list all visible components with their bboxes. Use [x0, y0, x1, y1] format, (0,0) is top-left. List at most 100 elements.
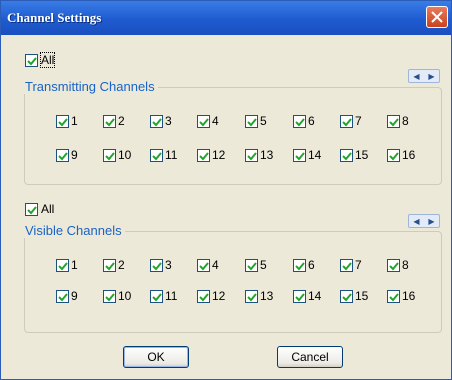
- channel-label: 15: [355, 148, 369, 162]
- checkbox-box: [245, 114, 258, 128]
- visible-channel-checkbox[interactable]: 8: [387, 258, 409, 272]
- checkmark-icon: [247, 117, 257, 126]
- visible-channel-checkbox[interactable]: 2: [103, 258, 125, 272]
- transmitting-channel-checkbox[interactable]: 7: [340, 114, 362, 128]
- transmitting-channel-checkbox[interactable]: 8: [387, 114, 409, 128]
- channel-label: 9: [71, 148, 78, 162]
- channel-label: 11: [165, 289, 178, 303]
- checkbox-box: [56, 289, 69, 303]
- visible-channel-checkbox[interactable]: 7: [340, 258, 362, 272]
- visible-channel-checkbox[interactable]: 16: [387, 289, 415, 303]
- checkbox-box: [103, 289, 116, 303]
- channel-label: 5: [260, 258, 267, 272]
- checkmark-icon: [247, 151, 257, 160]
- checkmark-icon: [389, 261, 399, 270]
- transmitting-channel-checkbox[interactable]: 2: [103, 114, 125, 128]
- transmitting-channel-checkbox[interactable]: 3: [150, 114, 172, 128]
- checkmark-icon: [389, 151, 399, 160]
- checkbox-box: [387, 258, 400, 272]
- transmitting-group-label: Transmitting Channels: [22, 79, 158, 94]
- channel-settings-dialog: Channel Settings All Transmitting Channe…: [0, 0, 452, 380]
- visible-channel-checkbox[interactable]: 3: [150, 258, 172, 272]
- channel-label: 13: [260, 148, 274, 162]
- transmitting-channel-checkbox[interactable]: 16: [387, 148, 415, 162]
- transmitting-channel-checkbox[interactable]: 15: [340, 148, 368, 162]
- close-button[interactable]: [426, 6, 448, 28]
- checkmark-icon: [295, 292, 305, 301]
- checkmark-icon: [105, 117, 115, 126]
- transmitting-channel-checkbox[interactable]: 13: [245, 148, 273, 162]
- channel-label: 6: [308, 114, 315, 128]
- checkmark-icon: [199, 292, 209, 301]
- channel-label: 8: [402, 258, 409, 272]
- channel-label: 8: [402, 114, 409, 128]
- visible-channel-checkbox[interactable]: 13: [245, 289, 273, 303]
- checkmark-icon: [58, 261, 68, 270]
- transmitting-spin-button[interactable]: ◀ ▶: [408, 69, 440, 83]
- transmitting-channel-checkbox[interactable]: 1: [56, 114, 78, 128]
- channel-label: 10: [118, 289, 132, 303]
- checkbox-box: [340, 289, 353, 303]
- visible-channel-checkbox[interactable]: 4: [197, 258, 219, 272]
- checkmark-icon: [152, 151, 162, 160]
- close-icon: [431, 11, 443, 23]
- channel-label: 14: [308, 148, 322, 162]
- channel-label: 1: [71, 114, 78, 128]
- channel-label: 13: [260, 289, 274, 303]
- transmitting-all-label: All: [39, 52, 56, 68]
- transmitting-channel-checkbox[interactable]: 12: [197, 148, 225, 162]
- checkbox-box: [56, 114, 69, 128]
- checkbox-box: [197, 148, 210, 162]
- spin-right-icon: ▶: [428, 216, 435, 226]
- visible-group-label: Visible Channels: [22, 223, 125, 238]
- checkbox-box: [25, 202, 38, 216]
- visible-all-label: All: [41, 202, 55, 216]
- cancel-button[interactable]: Cancel: [277, 346, 343, 368]
- window-title: Channel Settings: [7, 10, 102, 25]
- channel-label: 12: [212, 289, 226, 303]
- checkbox-box: [56, 148, 69, 162]
- visible-spin-button[interactable]: ◀ ▶: [408, 214, 440, 228]
- checkmark-icon: [58, 292, 68, 301]
- spin-left-icon: ◀: [413, 216, 420, 226]
- transmitting-channel-checkbox[interactable]: 4: [197, 114, 219, 128]
- visible-channel-checkbox[interactable]: 10: [103, 289, 131, 303]
- transmitting-channel-checkbox[interactable]: 5: [245, 114, 267, 128]
- visible-channel-checkbox[interactable]: 6: [293, 258, 315, 272]
- transmitting-channel-checkbox[interactable]: 6: [293, 114, 315, 128]
- checkbox-box: [150, 114, 163, 128]
- visible-channel-checkbox[interactable]: 5: [245, 258, 267, 272]
- checkbox-box: [387, 148, 400, 162]
- visible-all-checkbox[interactable]: All: [25, 202, 54, 216]
- checkmark-icon: [295, 117, 305, 126]
- channel-label: 3: [165, 258, 172, 272]
- checkmark-icon: [247, 292, 257, 301]
- channel-label: 2: [118, 258, 125, 272]
- checkmark-icon: [105, 261, 115, 270]
- checkmark-icon: [58, 151, 68, 160]
- checkbox-box: [340, 258, 353, 272]
- ok-button[interactable]: OK: [123, 346, 189, 368]
- visible-channel-checkbox[interactable]: 1: [56, 258, 78, 272]
- channel-label: 5: [260, 114, 267, 128]
- checkbox-box: [387, 114, 400, 128]
- visible-channel-checkbox[interactable]: 11: [150, 289, 177, 303]
- transmitting-channel-checkbox[interactable]: 9: [56, 148, 78, 162]
- channel-label: 16: [402, 289, 416, 303]
- checkbox-box: [293, 114, 306, 128]
- transmitting-all-checkbox[interactable]: All: [25, 52, 56, 68]
- visible-channel-checkbox[interactable]: 14: [293, 289, 321, 303]
- checkmark-icon: [389, 117, 399, 126]
- checkmark-icon: [152, 292, 162, 301]
- transmitting-channel-checkbox[interactable]: 10: [103, 148, 131, 162]
- checkmark-icon: [247, 261, 257, 270]
- visible-channel-checkbox[interactable]: 12: [197, 289, 225, 303]
- visible-channel-checkbox[interactable]: 9: [56, 289, 78, 303]
- channel-label: 6: [308, 258, 315, 272]
- transmitting-channel-checkbox[interactable]: 14: [293, 148, 321, 162]
- transmitting-channel-checkbox[interactable]: 11: [150, 148, 177, 162]
- checkbox-box: [340, 148, 353, 162]
- channel-label: 11: [165, 148, 178, 162]
- visible-channel-checkbox[interactable]: 15: [340, 289, 368, 303]
- transmitting-channels-group: Transmitting Channels ◀ ▶ 1 2 3 4 5 6 7 8 9 10 11 1…: [22, 69, 442, 185]
